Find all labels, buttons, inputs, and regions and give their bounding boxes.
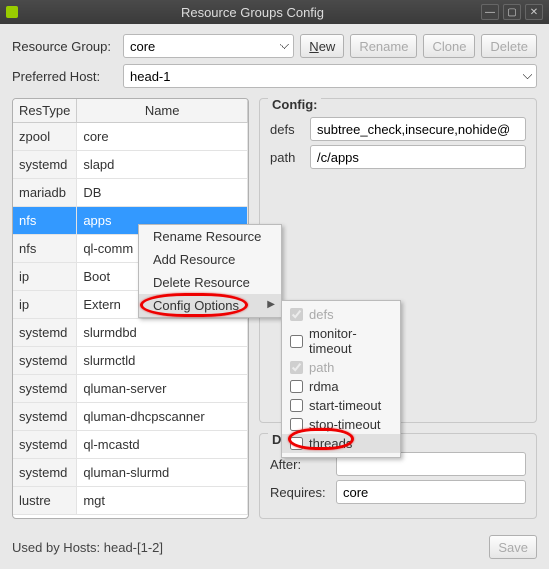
defs-input[interactable] <box>310 117 526 141</box>
table-row[interactable]: systemdslurmdbd <box>13 319 248 347</box>
option-label: stop-timeout <box>309 417 381 432</box>
checkbox-icon <box>290 308 303 321</box>
table-row[interactable]: systemdql-mcastd <box>13 431 248 459</box>
option-stop-timeout[interactable]: stop-timeout <box>282 415 400 434</box>
cell-name: qluman-dhcpscanner <box>77 403 248 431</box>
requires-input[interactable] <box>336 480 526 504</box>
cell-name: core <box>77 123 248 151</box>
cell-type: zpool <box>13 123 77 151</box>
option-path: path <box>282 358 400 377</box>
option-monitor-timeout[interactable]: monitor-timeout <box>282 324 400 358</box>
config-options-submenu[interactable]: defs monitor-timeout path rdma start-timeout… <box>281 300 401 458</box>
requires-label: Requires: <box>270 485 330 500</box>
cell-name: slapd <box>77 151 248 179</box>
option-threads[interactable]: threads <box>282 434 400 453</box>
cell-type: systemd <box>13 459 77 487</box>
window-title: Resource Groups Config <box>24 5 481 20</box>
preferred-host-select[interactable]: head-1 <box>123 64 537 88</box>
cell-type: systemd <box>13 403 77 431</box>
checkbox-icon[interactable] <box>290 399 303 412</box>
checkbox-icon[interactable] <box>290 335 303 348</box>
table-row[interactable]: zpoolcore <box>13 123 248 151</box>
cell-name: slurmdbd <box>77 319 248 347</box>
cell-type: ip <box>13 263 77 291</box>
ctx-rename-resource[interactable]: Rename Resource <box>139 225 281 248</box>
path-label: path <box>270 150 304 165</box>
cell-type: lustre <box>13 487 77 515</box>
checkbox-icon[interactable] <box>290 437 303 450</box>
option-label: threads <box>309 436 352 451</box>
table-row[interactable]: systemdqluman-dhcpscanner <box>13 403 248 431</box>
cell-type: systemd <box>13 431 77 459</box>
table-row[interactable]: systemdslurmctld <box>13 347 248 375</box>
context-menu[interactable]: Rename Resource Add Resource Delete Reso… <box>138 224 282 318</box>
ctx-add-resource[interactable]: Add Resource <box>139 248 281 271</box>
delete-button[interactable]: Delete <box>481 34 537 58</box>
minimize-button[interactable]: — <box>481 4 499 20</box>
cell-name: DB <box>77 179 248 207</box>
path-input[interactable] <box>310 145 526 169</box>
cell-name: qluman-slurmd <box>77 459 248 487</box>
table-row[interactable]: systemdqluman-slurmd <box>13 459 248 487</box>
ctx-delete-resource[interactable]: Delete Resource <box>139 271 281 294</box>
new-button[interactable]: New <box>300 34 344 58</box>
used-by-hosts: Used by Hosts: head-[1-2] <box>12 540 489 555</box>
cell-name: ql-mcastd <box>77 431 248 459</box>
cell-type: systemd <box>13 319 77 347</box>
rename-button[interactable]: Rename <box>350 34 417 58</box>
cell-type: systemd <box>13 347 77 375</box>
checkbox-icon[interactable] <box>290 380 303 393</box>
col-header-name[interactable]: Name <box>77 99 248 123</box>
checkbox-icon <box>290 361 303 374</box>
cell-name: mgt <box>77 487 248 515</box>
option-label: rdma <box>309 379 339 394</box>
checkbox-icon[interactable] <box>290 418 303 431</box>
preferred-host-label: Preferred Host: <box>12 69 117 84</box>
table-row[interactable]: systemdqluman-server <box>13 375 248 403</box>
chevron-right-icon: ▶ <box>267 299 275 310</box>
option-defs: defs <box>282 305 400 324</box>
maximize-button[interactable]: ▢ <box>503 4 521 20</box>
app-icon <box>6 6 18 18</box>
table-row[interactable]: lustremgt <box>13 487 248 515</box>
resource-group-label: Resource Group: <box>12 39 117 54</box>
cell-type: systemd <box>13 151 77 179</box>
cell-type: nfs <box>13 207 77 235</box>
cell-name: qluman-server <box>77 375 248 403</box>
table-row[interactable]: systemdslapd <box>13 151 248 179</box>
ctx-config-options[interactable]: Config Options ▶ <box>139 294 281 317</box>
table-row[interactable]: mariadbDB <box>13 179 248 207</box>
option-start-timeout[interactable]: start-timeout <box>282 396 400 415</box>
option-rdma[interactable]: rdma <box>282 377 400 396</box>
close-button[interactable]: ✕ <box>525 4 543 20</box>
cell-type: ip <box>13 291 77 319</box>
cell-type: mariadb <box>13 179 77 207</box>
config-legend: Config: <box>268 97 321 112</box>
cell-type: nfs <box>13 235 77 263</box>
titlebar: Resource Groups Config — ▢ ✕ <box>0 0 549 24</box>
option-label: defs <box>309 307 334 322</box>
clone-button[interactable]: Clone <box>423 34 475 58</box>
defs-label: defs <box>270 122 304 137</box>
resource-group-select[interactable]: core <box>123 34 294 58</box>
cell-name: slurmctld <box>77 347 248 375</box>
option-label: path <box>309 360 334 375</box>
cell-type: systemd <box>13 375 77 403</box>
after-label: After: <box>270 457 330 472</box>
option-label: start-timeout <box>309 398 381 413</box>
save-button[interactable]: Save <box>489 535 537 559</box>
option-label: monitor-timeout <box>309 326 392 356</box>
col-header-type[interactable]: ResType <box>13 99 77 123</box>
